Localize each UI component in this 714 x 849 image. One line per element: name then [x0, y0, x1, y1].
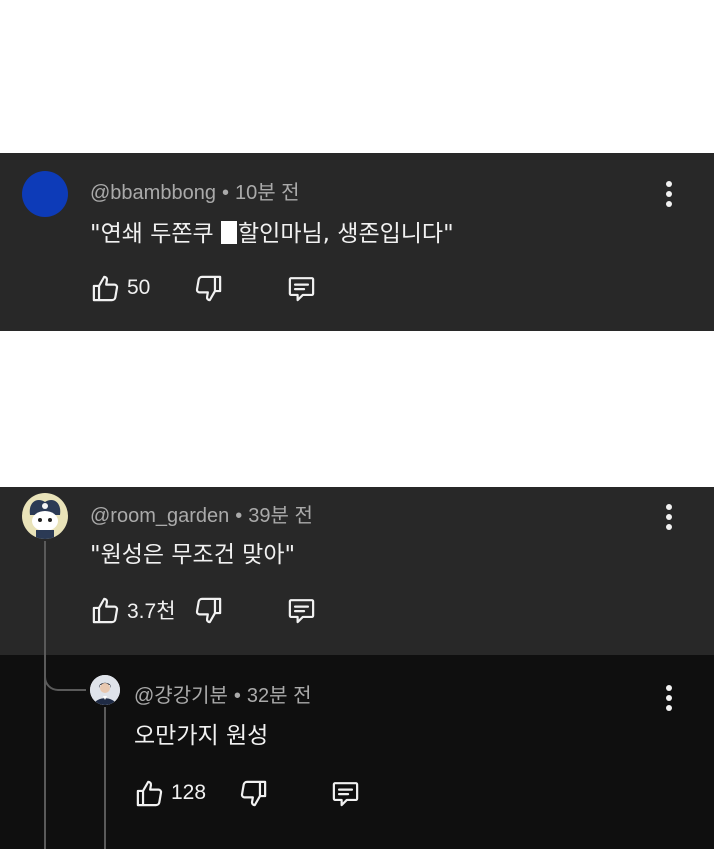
reply-icon	[286, 273, 317, 304]
reply-button[interactable]	[286, 271, 317, 305]
comment-text: "연쇄 두쫀쿠 할인마님, 생존입니다"	[90, 214, 454, 248]
meta-separator: •	[233, 685, 241, 707]
more-vert-icon[interactable]	[657, 502, 681, 532]
like-count: 128	[171, 781, 207, 804]
comment-author[interactable]: @room_garden	[90, 505, 229, 527]
reply-button[interactable]	[286, 593, 317, 627]
comment-text-part: 할인마님, 생존입니다"	[238, 221, 454, 247]
more-vert-icon[interactable]	[657, 179, 681, 209]
reply-button[interactable]	[330, 776, 361, 810]
comment-meta: @bbambbong • 10분 전	[90, 176, 300, 205]
meta-separator: •	[221, 182, 229, 204]
thumbs-down-icon	[193, 595, 224, 626]
thumbs-up-icon	[90, 595, 121, 626]
like-button[interactable]: 3.7천	[90, 593, 176, 627]
thread-line	[104, 707, 106, 849]
comment-card: @bbambbong • 10분 전 "연쇄 두쫀쿠 할인마님, 생존입니다" 50	[0, 153, 714, 331]
like-count: 50	[127, 276, 151, 299]
reply-icon	[330, 778, 361, 809]
dislike-button[interactable]	[238, 776, 269, 810]
avatar[interactable]	[22, 171, 68, 217]
dislike-button[interactable]	[193, 593, 224, 627]
thread-line	[44, 541, 46, 655]
dislike-button[interactable]	[193, 271, 224, 305]
thumbs-up-icon	[90, 273, 121, 304]
comment-card: @room_garden • 39분 전 "원성은 무조건 맞아" 3.7천	[0, 487, 714, 655]
redaction-mark	[221, 221, 238, 244]
comment-time[interactable]: 10분 전	[235, 182, 300, 204]
comment-meta: @걍강기분 • 32분 전	[134, 679, 312, 708]
character-avatar-image	[29, 499, 61, 539]
comment-text: 오만가지 원성	[134, 723, 269, 749]
thread-connector	[44, 655, 86, 691]
comment-time[interactable]: 39분 전	[248, 505, 313, 527]
thumbs-up-icon	[134, 778, 165, 809]
comment-author[interactable]: @걍강기분	[134, 685, 228, 707]
reply-card: @걍강기분 • 32분 전 오만가지 원성 128	[0, 655, 714, 849]
reply-icon	[286, 595, 317, 626]
avatar[interactable]	[22, 493, 68, 539]
more-vert-icon[interactable]	[657, 683, 681, 713]
comment-text: "원성은 무조건 맞아"	[90, 542, 296, 568]
thumbs-down-icon	[193, 273, 224, 304]
comment-time[interactable]: 32분 전	[247, 685, 312, 707]
comment-text-part: "연쇄 두쫀쿠	[90, 221, 222, 247]
meta-separator: •	[235, 505, 243, 527]
like-count: 3.7천	[127, 600, 176, 623]
like-button[interactable]: 128	[134, 776, 206, 810]
avatar[interactable]	[90, 675, 120, 705]
thumbs-down-icon	[238, 778, 269, 809]
person-avatar-image	[90, 675, 120, 705]
like-button[interactable]: 50	[90, 271, 150, 305]
comment-meta: @room_garden • 39분 전	[90, 499, 313, 528]
comment-author[interactable]: @bbambbong	[90, 182, 216, 204]
